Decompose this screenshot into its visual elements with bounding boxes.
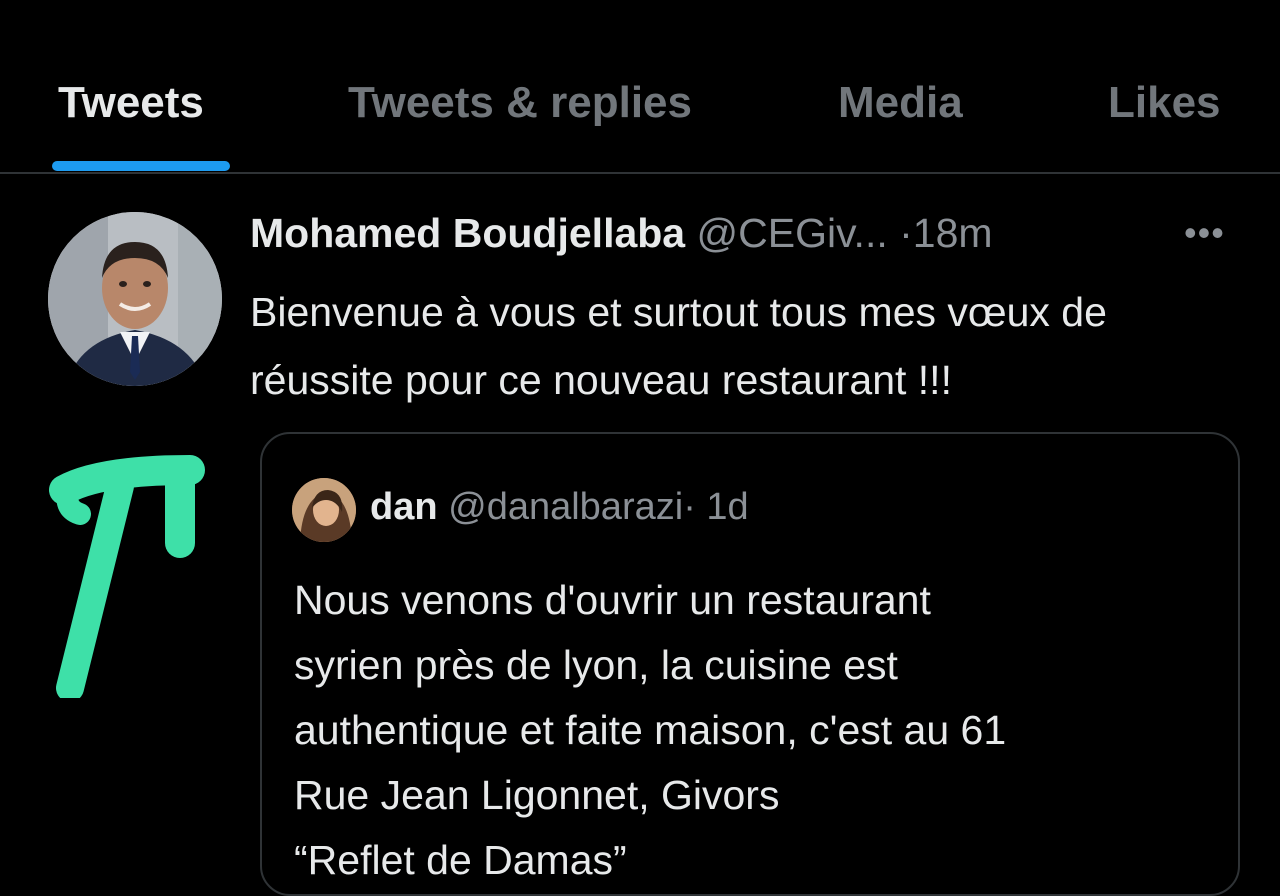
quoted-text-line: “Reflet de Damas” xyxy=(294,837,627,883)
avatar[interactable] xyxy=(48,212,222,386)
quoted-header: dan @danalbarazi· 1d xyxy=(370,486,749,529)
quoted-author-handle[interactable]: @danalbarazi xyxy=(448,486,683,528)
profile-tabs: Tweets Tweets & replies Media Likes xyxy=(0,60,1280,174)
tweet-timestamp[interactable]: ·18m xyxy=(899,210,992,256)
tweet-text: Bienvenue à vous et surtout tous mes vœu… xyxy=(250,289,1107,403)
quoted-text-line: authentique et faite maison, c'est au 61 xyxy=(294,707,1007,753)
cut-off-text xyxy=(58,0,70,17)
tab-tweets-replies[interactable]: Tweets & replies xyxy=(348,78,692,128)
active-tab-indicator xyxy=(52,161,230,171)
quoted-timestamp[interactable]: · 1d xyxy=(683,486,748,528)
quoted-tweet[interactable]: dan @danalbarazi· 1d Nous venons d'ouvri… xyxy=(260,432,1240,896)
quoted-text-line: syrien près de lyon, la cuisine est xyxy=(294,642,898,688)
quoted-tweet-text: Nous venons d'ouvrir un restaurant syrie… xyxy=(294,568,1214,893)
tab-media[interactable]: Media xyxy=(838,78,963,128)
tab-likes[interactable]: Likes xyxy=(1108,78,1221,128)
quoted-text-line: Rue Jean Ligonnet, Givors xyxy=(294,772,780,818)
more-horizontal-icon[interactable]: ••• xyxy=(1184,212,1225,254)
author-name[interactable]: Mohamed Boudjellaba xyxy=(250,210,685,256)
tweet-header: Mohamed Boudjellaba @CEGiv... ·18m xyxy=(250,210,993,257)
quoted-avatar[interactable] xyxy=(292,478,356,542)
tab-tweets[interactable]: Tweets xyxy=(58,78,204,128)
annotation-arrow-icon xyxy=(40,448,220,702)
quoted-text-line: Nous venons d'ouvrir un restaurant xyxy=(294,577,931,623)
quoted-author-name[interactable]: dan xyxy=(370,486,438,528)
author-handle[interactable]: @CEGiv... xyxy=(697,210,888,256)
